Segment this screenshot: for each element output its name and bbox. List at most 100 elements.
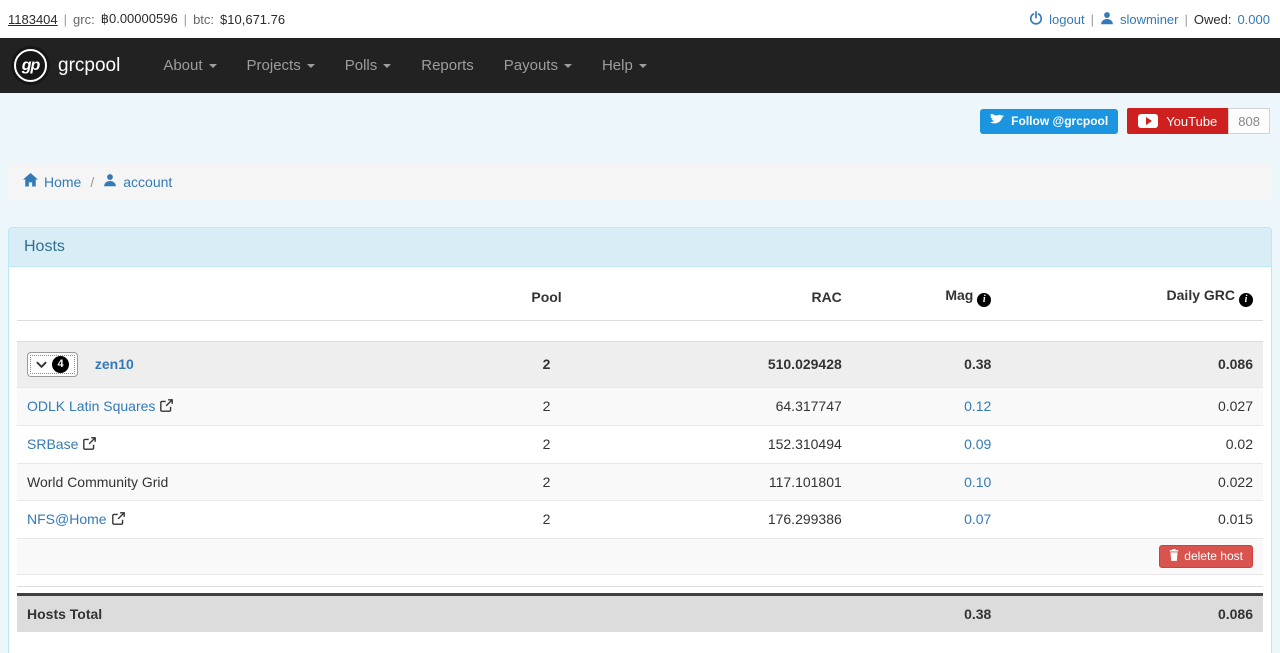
separator: | bbox=[1090, 11, 1094, 27]
project-mag-link[interactable]: 0.12 bbox=[964, 398, 991, 414]
table-row-project: SRBase 2 152.310494 0.09 0.02 bbox=[17, 424, 1263, 463]
delete-host-button[interactable]: delete host bbox=[1159, 544, 1253, 568]
nav-help-label: Help bbox=[601, 57, 633, 74]
host-pool-value: 2 bbox=[453, 340, 640, 387]
total-daily-value: 0.086 bbox=[1001, 592, 1263, 632]
youtube-widget: YouTube 808 bbox=[1127, 108, 1270, 134]
user-icon bbox=[103, 173, 117, 190]
project-pool-value: 2 bbox=[453, 499, 640, 538]
chevron-down-icon bbox=[36, 357, 47, 372]
project-daily-value: 0.027 bbox=[1001, 386, 1263, 425]
project-mag-link[interactable]: 0.09 bbox=[964, 436, 991, 452]
total-mag-value: 0.38 bbox=[851, 592, 1002, 632]
hosts-total-row: Hosts Total 0.38 0.086 bbox=[17, 592, 1263, 632]
external-link-icon bbox=[83, 436, 97, 453]
project-link[interactable]: NFS@Home bbox=[27, 511, 107, 527]
twitter-icon bbox=[990, 112, 1005, 129]
username-link[interactable]: slowminer bbox=[1120, 12, 1179, 27]
separator: | bbox=[63, 11, 68, 27]
project-mag-link[interactable]: 0.10 bbox=[964, 474, 991, 490]
project-daily-value: 0.022 bbox=[1001, 462, 1263, 500]
project-pool-value: 2 bbox=[453, 462, 640, 500]
grc-label: grc: bbox=[73, 11, 95, 27]
external-link-icon bbox=[111, 511, 125, 528]
nav-reports[interactable]: Reports bbox=[406, 38, 489, 93]
header-mag: Mag i bbox=[851, 275, 1002, 321]
breadcrumb: Home / account bbox=[8, 164, 1272, 199]
brand-name: grcpool bbox=[58, 54, 121, 76]
btc-price: $10,671.76 bbox=[220, 11, 286, 27]
owed-amount[interactable]: 0.000 bbox=[1237, 12, 1270, 27]
nav-payouts-label: Payouts bbox=[503, 57, 558, 74]
project-link[interactable]: SRBase bbox=[27, 436, 78, 452]
nav-polls[interactable]: Polls bbox=[330, 38, 407, 93]
table-row-project: World Community Grid 2 117.101801 0.10 0… bbox=[17, 462, 1263, 500]
breadcrumb-separator: / bbox=[90, 173, 95, 190]
youtube-button[interactable]: YouTube bbox=[1127, 108, 1229, 134]
delete-host-label: delete host bbox=[1184, 549, 1243, 563]
project-pool-value: 2 bbox=[453, 386, 640, 425]
chevron-down-icon bbox=[383, 63, 392, 68]
total-pool-empty bbox=[453, 592, 640, 632]
main-navbar: gp grcpool About Projects Polls Reports … bbox=[0, 38, 1280, 93]
project-count-badge: 4 bbox=[52, 355, 69, 373]
nav-projects-label: Projects bbox=[246, 57, 301, 74]
hosts-panel-title: Hosts bbox=[9, 228, 1271, 267]
breadcrumb-account-link[interactable]: account bbox=[103, 173, 172, 190]
table-row-host-zen10: 4 zen10 2 510.029428 0.38 0.086 bbox=[17, 340, 1263, 387]
separator: | bbox=[1184, 11, 1188, 27]
table-row-project: ODLK Latin Squares 2 64.317747 0.12 0.02… bbox=[17, 386, 1263, 425]
breadcrumb-home-link[interactable]: Home bbox=[23, 173, 81, 190]
hosts-panel: Hosts Pool RAC Mag i Daily GRC i 4 zen10… bbox=[8, 227, 1272, 653]
breadcrumb-account-label: account bbox=[123, 173, 173, 190]
brand-logo[interactable]: gp grcpool bbox=[14, 49, 120, 82]
host-rac-value: 510.029428 bbox=[639, 340, 852, 387]
grc-price: ฿0.00000596 bbox=[100, 11, 178, 26]
hosts-table: Pool RAC Mag i Daily GRC i 4 zen10 2 510… bbox=[17, 275, 1263, 632]
chevron-down-icon bbox=[208, 63, 217, 68]
nav-polls-label: Polls bbox=[344, 57, 378, 74]
header-host bbox=[17, 275, 454, 321]
chevron-down-icon bbox=[306, 63, 315, 68]
project-rac-value: 176.299386 bbox=[639, 499, 852, 538]
block-number-link[interactable]: 1183404 bbox=[8, 12, 58, 27]
spacer-row bbox=[17, 321, 1263, 341]
project-rac-value: 117.101801 bbox=[639, 462, 852, 500]
header-daily-grc: Daily GRC i bbox=[1001, 275, 1263, 321]
host-daily-value: 0.086 bbox=[1001, 340, 1263, 387]
wallet-status: 1183404 | grc: ฿0.00000596 | btc: $10,67… bbox=[8, 11, 285, 27]
project-daily-value: 0.015 bbox=[1001, 499, 1263, 538]
nav-about-label: About bbox=[163, 57, 203, 74]
hosts-total-label: Hosts Total bbox=[17, 592, 454, 632]
project-rac-value: 64.317747 bbox=[639, 386, 852, 425]
expand-host-button[interactable]: 4 bbox=[27, 351, 78, 377]
hosts-panel-body: Pool RAC Mag i Daily GRC i 4 zen10 2 510… bbox=[9, 267, 1271, 653]
owed-label: Owed: bbox=[1193, 11, 1232, 27]
nav-about[interactable]: About bbox=[148, 38, 231, 93]
project-rac-value: 152.310494 bbox=[639, 424, 852, 463]
header-daily-grc-label: Daily GRC bbox=[1166, 287, 1235, 303]
host-name-link[interactable]: zen10 bbox=[95, 356, 134, 372]
project-mag-link[interactable]: 0.07 bbox=[964, 511, 991, 527]
logout-link[interactable]: logout bbox=[1049, 12, 1084, 27]
info-icon[interactable]: i bbox=[977, 292, 992, 307]
chevron-down-icon bbox=[563, 63, 572, 68]
external-link-icon bbox=[160, 398, 174, 415]
btc-label: btc: bbox=[193, 11, 215, 27]
social-buttons-row: Follow @grcpool YouTube 808 bbox=[0, 108, 1270, 134]
nav-payouts[interactable]: Payouts bbox=[489, 38, 587, 93]
youtube-label: YouTube bbox=[1166, 113, 1218, 129]
info-icon[interactable]: i bbox=[1239, 292, 1253, 307]
youtube-subscriber-count: 808 bbox=[1228, 108, 1270, 134]
project-link[interactable]: ODLK Latin Squares bbox=[27, 398, 155, 414]
delete-host-row: delete host bbox=[17, 537, 1263, 574]
project-pool-value: 2 bbox=[453, 424, 640, 463]
power-icon bbox=[1029, 10, 1043, 28]
header-mag-label: Mag bbox=[945, 287, 974, 303]
separator: | bbox=[183, 11, 188, 27]
twitter-follow-button[interactable]: Follow @grcpool bbox=[980, 108, 1119, 134]
total-rac-empty bbox=[639, 592, 852, 632]
twitter-follow-label: Follow @grcpool bbox=[1011, 114, 1109, 128]
nav-projects[interactable]: Projects bbox=[232, 38, 330, 93]
nav-help[interactable]: Help bbox=[587, 38, 662, 93]
